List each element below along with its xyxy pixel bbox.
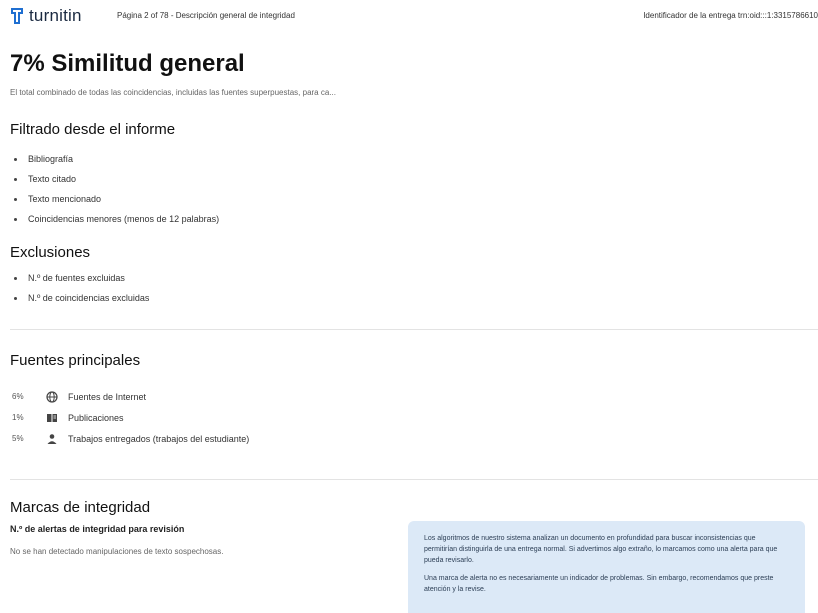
integrity-info-box: Los algoritmos de nuestro sistema analiz… <box>408 521 805 613</box>
page-info: Página 2 of 78 - Descripción general de … <box>117 11 295 20</box>
sources-list: 6% Fuentes de Internet 1% Publicaciones … <box>12 386 249 449</box>
source-percent: 5% <box>12 434 24 443</box>
source-label: Trabajos entregados (trabajos del estudi… <box>68 433 250 444</box>
info-paragraph: Los algoritmos de nuestro sistema analiz… <box>424 535 778 564</box>
book-icon <box>46 412 58 424</box>
bullet-icon <box>14 218 17 221</box>
list-item: N.º de fuentes excluidas <box>12 271 149 291</box>
list-item: Texto mencionado <box>12 192 219 212</box>
bullet-icon <box>14 297 17 300</box>
source-row-publications: 1% Publicaciones <box>12 407 249 428</box>
page-title: 7% Similitud general <box>10 50 245 77</box>
source-row-internet: 6% Fuentes de Internet <box>12 386 249 407</box>
submission-id: Identificador de la entrega trn:oid:::1:… <box>643 11 818 20</box>
section-divider <box>10 329 818 330</box>
filtered-heading: Filtrado desde el informe <box>10 121 176 138</box>
sources-heading: Fuentes principales <box>10 352 141 369</box>
list-item: N.º de coincidencias excluidas <box>12 291 149 311</box>
source-row-submitted: 5% Trabajos entregados (trabajos del est… <box>12 428 249 449</box>
list-item: Texto citado <box>12 172 219 192</box>
source-percent: 1% <box>12 413 24 422</box>
turnitin-logo-icon <box>11 8 23 24</box>
bullet-icon <box>14 277 17 280</box>
exclusions-list: N.º de fuentes excluidas N.º de coincide… <box>12 271 149 311</box>
integrity-heading: Marcas de integridad <box>10 499 151 516</box>
bullet-icon <box>14 178 17 181</box>
alerts-label: N.º de alertas de integridad para revisi… <box>10 524 185 534</box>
page-header: turnitin Página 2 of 78 - Descripción ge… <box>0 0 818 34</box>
exclusions-heading: Exclusiones <box>10 244 91 261</box>
alerts-text: No se han detectado manipulaciones de te… <box>10 547 224 556</box>
source-label: Publicaciones <box>68 412 124 423</box>
globe-icon <box>46 390 58 403</box>
bullet-icon <box>14 198 17 201</box>
list-item: Coincidencias menores (menos de 12 palab… <box>12 212 219 232</box>
logo-text: turnitin <box>29 6 82 25</box>
person-icon <box>46 433 58 445</box>
filtered-list: Bibliografía Texto citado Texto menciona… <box>12 152 219 232</box>
source-label: Fuentes de Internet <box>68 391 147 402</box>
section-divider <box>10 479 818 480</box>
list-item: Bibliografía <box>12 152 219 172</box>
turnitin-logo: turnitin <box>10 6 82 26</box>
page-subtitle: El total combinado de todas las coincide… <box>10 88 336 97</box>
source-percent: 6% <box>12 392 24 401</box>
bullet-icon <box>14 158 17 161</box>
info-paragraph: Una marca de alerta no es necesariamente… <box>424 575 774 593</box>
